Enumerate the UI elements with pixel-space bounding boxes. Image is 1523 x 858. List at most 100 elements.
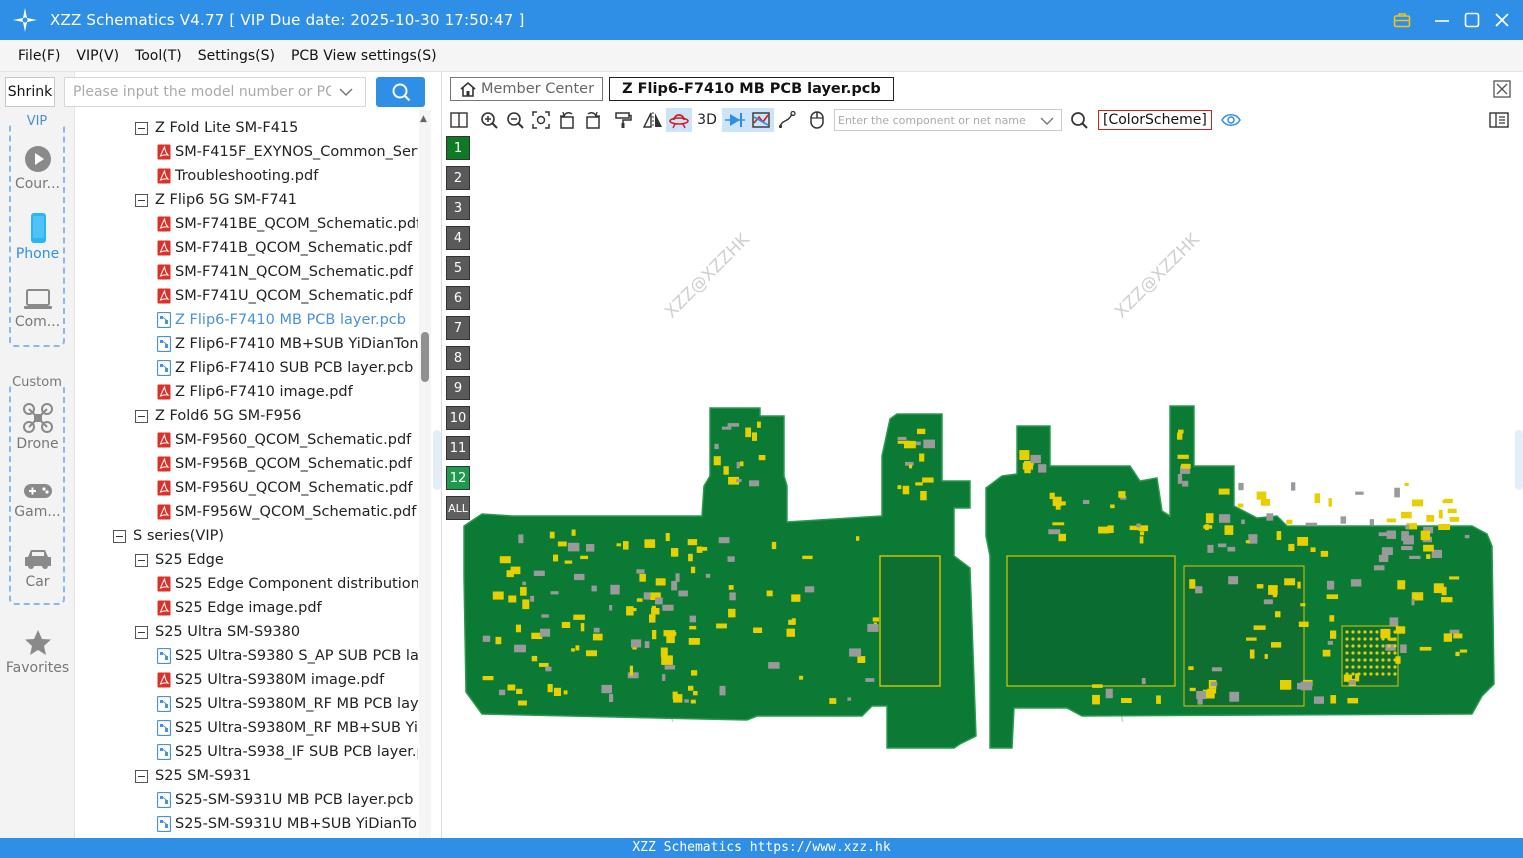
model-search-button[interactable] bbox=[376, 77, 425, 107]
tree-folder[interactable]: − Z Fold6 5G SM-F956 bbox=[135, 404, 301, 428]
collapse-toggle-icon[interactable]: − bbox=[135, 409, 148, 423]
paint-roller-icon[interactable] bbox=[610, 108, 636, 132]
tree-folder[interactable]: − S series(VIP) bbox=[113, 524, 224, 548]
tree-file[interactable]: Troubleshooting.pdf bbox=[157, 164, 318, 188]
component-search-icon[interactable] bbox=[1066, 108, 1092, 132]
menu-tool[interactable]: Tool(T) bbox=[127, 48, 190, 64]
tree-file[interactable]: SM-F956W_QCOM_Schematic.pdf bbox=[157, 500, 416, 524]
tree-file[interactable]: SM-F415F_EXYNOS_Common_Servi bbox=[157, 140, 418, 164]
close-tab-icon[interactable] bbox=[1493, 80, 1511, 102]
tab-member-center[interactable]: Member Center bbox=[450, 77, 604, 101]
menu-vip[interactable]: VIP(V) bbox=[68, 48, 127, 64]
tree-file[interactable]: SM-F741B_QCOM_Schematic.pdf bbox=[157, 236, 412, 260]
rail-item-computer[interactable]: Com... bbox=[0, 286, 75, 330]
minimize-icon[interactable] bbox=[1427, 0, 1457, 40]
component-dropdown-icon[interactable] bbox=[1040, 111, 1054, 130]
layer-button-6[interactable]: 6 bbox=[446, 286, 470, 310]
tree-file[interactable]: SM-F741U_QCOM_Schematic.pdf bbox=[157, 284, 413, 308]
collapse-toggle-icon[interactable]: − bbox=[135, 121, 148, 135]
right-panel-handle[interactable] bbox=[1515, 430, 1523, 490]
layer-button-3[interactable]: 3 bbox=[446, 196, 470, 220]
tree-scroll-thumb[interactable] bbox=[421, 332, 429, 382]
tree-file[interactable]: S25 Ultra-S9380M_RF MB PCB laye bbox=[157, 692, 418, 716]
chevron-down-icon[interactable] bbox=[331, 78, 361, 106]
tree-file[interactable]: S25 Ultra-S9380 S_AP SUB PCB laye bbox=[157, 644, 418, 668]
mouse-icon[interactable] bbox=[804, 108, 830, 132]
tree-file[interactable]: S25 Ultra-S9380M image.pdf bbox=[157, 668, 384, 692]
color-scheme-button[interactable]: [ColorScheme] bbox=[1098, 110, 1212, 130]
layer-button-1[interactable]: 1 bbox=[446, 136, 470, 160]
collapse-toggle-icon[interactable]: − bbox=[135, 553, 148, 567]
tree-file[interactable]: S25 Edge Component distribution bbox=[157, 572, 418, 596]
tab-active-file[interactable]: Z Flip6-F7410 MB PCB layer.pcb bbox=[609, 77, 894, 101]
menu-settings[interactable]: Settings(S) bbox=[190, 48, 283, 64]
tree-folder[interactable]: − S25 Edge bbox=[135, 548, 224, 572]
collapse-toggle-icon[interactable]: − bbox=[113, 529, 126, 543]
close-icon[interactable] bbox=[1487, 0, 1517, 40]
layer-button-7[interactable]: 7 bbox=[446, 316, 470, 340]
rail-item-car[interactable]: Car bbox=[0, 546, 75, 590]
layer-button-9[interactable]: 9 bbox=[446, 376, 470, 400]
tree-file[interactable]: Z Flip6-F7410 SUB PCB layer.pcb bbox=[157, 356, 413, 380]
fit-screen-icon[interactable] bbox=[528, 108, 554, 132]
rotate-left-icon[interactable] bbox=[554, 108, 580, 132]
tree-file[interactable]: Z Flip6-F7410 MB PCB layer.pcb bbox=[157, 308, 406, 332]
tree-file[interactable]: SM-F956B_QCOM_Schematic.pdf bbox=[157, 452, 412, 476]
rail-item-games[interactable]: Gam... bbox=[0, 480, 75, 520]
tree-file[interactable]: S25-SM-S931U MB PCB layer.pcb bbox=[157, 788, 413, 812]
tree-collapse-handle[interactable] bbox=[433, 430, 441, 490]
model-search-input[interactable] bbox=[65, 84, 331, 100]
tree-file[interactable]: S25 Ultra-S938_IF SUB PCB layer.pc bbox=[157, 740, 418, 764]
zoom-in-icon[interactable] bbox=[476, 108, 502, 132]
layer-button-5[interactable]: 5 bbox=[446, 256, 470, 280]
mirror-flip-icon[interactable] bbox=[640, 108, 666, 132]
maximize-icon[interactable] bbox=[1457, 0, 1487, 40]
collapse-toggle-icon[interactable]: − bbox=[135, 769, 148, 783]
tree-file[interactable]: S25 Edge image.pdf bbox=[157, 596, 322, 620]
tree-folder[interactable]: − S25 Ultra SM-S9380 bbox=[135, 620, 300, 644]
net-trace-icon[interactable] bbox=[748, 108, 774, 132]
tree-folder[interactable]: − Z Fold Lite SM-F415 bbox=[135, 116, 298, 140]
layer-button-11[interactable]: 11 bbox=[446, 436, 470, 460]
tree-file[interactable]: SM-F741N_QCOM_Schematic.pdf bbox=[157, 260, 413, 284]
split-view-icon[interactable] bbox=[446, 108, 472, 132]
menu-file[interactable]: File(F) bbox=[10, 48, 68, 64]
rail-item-phone[interactable]: Phone bbox=[0, 212, 75, 262]
eye-icon[interactable] bbox=[1218, 108, 1244, 132]
tree-scrollbar[interactable]: ▲ bbox=[419, 110, 431, 838]
layer-button-8[interactable]: 8 bbox=[446, 346, 470, 370]
package-icon[interactable] bbox=[1387, 0, 1417, 40]
component-search-input[interactable] bbox=[835, 113, 1040, 127]
view-3d-button[interactable]: 3D bbox=[692, 108, 722, 132]
pin-arrow-icon[interactable] bbox=[722, 108, 748, 132]
side-panel-icon[interactable] bbox=[1486, 108, 1512, 132]
rotate-right-icon[interactable] bbox=[580, 108, 606, 132]
layer-button-10[interactable]: 10 bbox=[446, 406, 470, 430]
layer-button-4[interactable]: 4 bbox=[446, 226, 470, 250]
layer-button-all[interactable]: ALL bbox=[446, 496, 470, 520]
zoom-out-icon[interactable] bbox=[502, 108, 528, 132]
rail-item-drone[interactable]: Drone bbox=[0, 402, 75, 452]
shrink-button[interactable]: Shrink bbox=[5, 77, 55, 107]
pcb-canvas[interactable]: XZZ@XZZHK XZZ@XZZHK XZZ@XZZHK XZZ@XZZHK bbox=[442, 136, 1523, 838]
tree-folder[interactable]: − S25 SM-S931 bbox=[135, 764, 251, 788]
layer-button-12[interactable]: 12 bbox=[446, 466, 470, 490]
tree-file[interactable]: SM-F9560_QCOM_Schematic.pdf bbox=[157, 428, 411, 452]
ufo-highlight-icon[interactable] bbox=[666, 108, 692, 132]
scroll-up-icon[interactable]: ▲ bbox=[420, 114, 427, 124]
rail-item-courses[interactable]: Cour... bbox=[0, 144, 75, 192]
rail-item-favorites[interactable]: Favorites bbox=[0, 628, 75, 676]
menu-pcb-view-settings[interactable]: PCB View settings(S) bbox=[283, 48, 445, 64]
collapse-toggle-icon[interactable]: − bbox=[135, 625, 148, 639]
layer-button-2[interactable]: 2 bbox=[446, 166, 470, 190]
tree-file[interactable]: S25 Ultra-S9380M_RF MB+SUB YiD bbox=[157, 716, 418, 740]
pdf-file-icon bbox=[157, 480, 171, 496]
collapse-toggle-icon[interactable]: − bbox=[135, 193, 148, 207]
tree-file[interactable]: Z Flip6-F7410 MB+SUB YiDianTong bbox=[157, 332, 418, 356]
tree-file[interactable]: S25-SM-S931U MB+SUB YiDianTon bbox=[157, 812, 418, 836]
pen-tool-icon[interactable] bbox=[774, 108, 800, 132]
tree-folder[interactable]: − Z Flip6 5G SM-F741 bbox=[135, 188, 297, 212]
tree-file[interactable]: Z Flip6-F7410 image.pdf bbox=[157, 380, 353, 404]
tree-file[interactable]: SM-F956U_QCOM_Schematic.pdf bbox=[157, 476, 413, 500]
tree-file[interactable]: SM-F741BE_QCOM_Schematic.pdf bbox=[157, 212, 418, 236]
